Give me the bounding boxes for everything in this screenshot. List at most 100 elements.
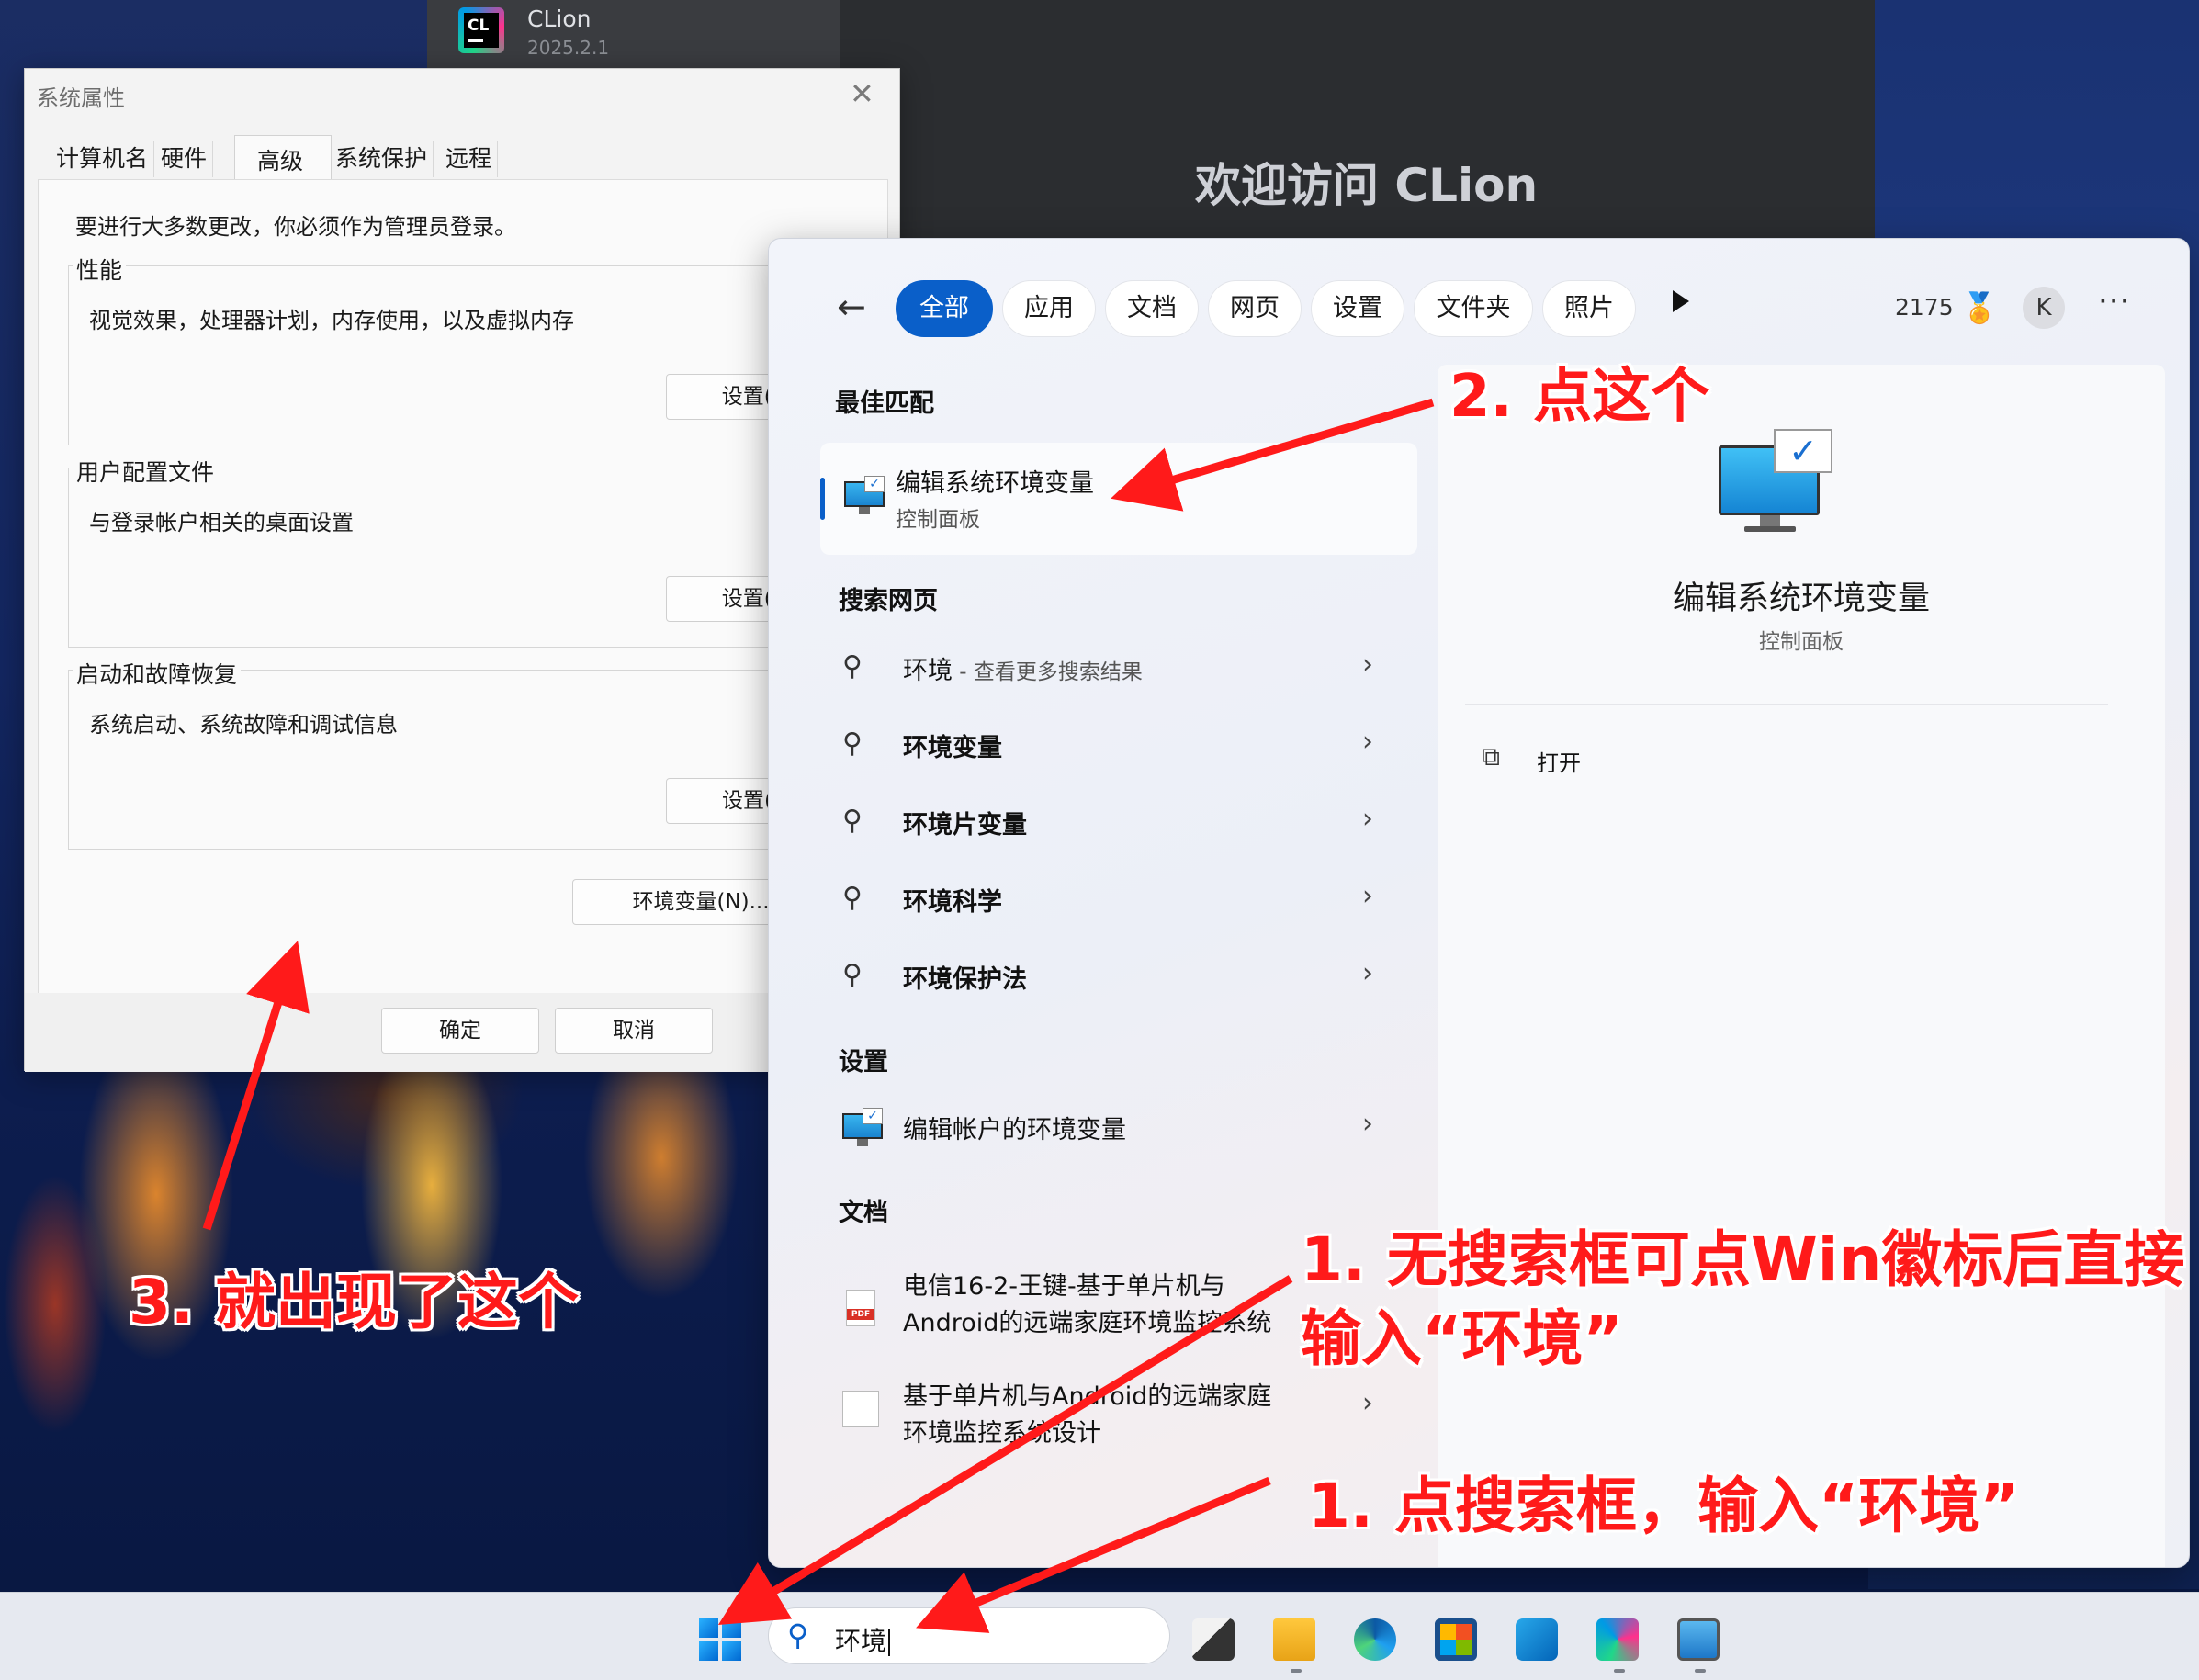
avatar[interactable]: K (2023, 287, 2065, 329)
medal-icon[interactable]: 🏅 (1961, 290, 1998, 325)
clion-version: 2025.2.1 (527, 37, 610, 59)
clion-logo-text: CL (468, 17, 490, 35)
best-match-heading: 最佳匹配 (835, 389, 934, 418)
system-env-large-icon: ✓ (1719, 429, 1832, 532)
system-env-icon: ✓ (844, 476, 885, 514)
edge-browser-icon[interactable] (1354, 1618, 1396, 1661)
chevron-right-icon: › (1362, 957, 1373, 989)
web-result-row[interactable]: ⚲ 环境科学 › (820, 865, 1417, 937)
clion-taskbar-icon[interactable] (1596, 1618, 1639, 1661)
filter-settings[interactable]: 设置 (1311, 280, 1404, 337)
web-result-row[interactable]: ⚲ 环境变量 › (820, 711, 1417, 783)
web-result-label: 环境科学 (903, 888, 1002, 917)
settings-result-row[interactable]: ✓ 编辑帐户的环境变量 › (820, 1093, 1417, 1165)
chevron-right-icon: › (1362, 880, 1373, 912)
ok-button[interactable]: 确定 (381, 1008, 539, 1054)
search-icon: ⚲ (842, 650, 863, 682)
profiles-desc: 与登录帐户相关的桌面设置 (89, 510, 354, 536)
microsoft-store-icon[interactable] (1435, 1618, 1477, 1661)
task-view-icon[interactable] (1192, 1618, 1235, 1661)
profiles-label: 用户配置文件 (73, 455, 219, 488)
rewards-points: 2175 (1895, 294, 1954, 321)
filter-folders[interactable]: 文件夹 (1414, 280, 1533, 337)
annotation-step-3: 3. 就出现了这个 (129, 1267, 579, 1337)
open-external-icon: ⧉ (1482, 741, 1500, 772)
clion-welcome-title: 欢迎访问 CLion (1195, 159, 1539, 212)
tab-computer-name[interactable]: 计算机名 (51, 141, 155, 177)
chevron-right-icon: › (1362, 803, 1373, 835)
more-options-icon[interactable]: ··· (2098, 283, 2130, 320)
filter-apps[interactable]: 应用 (1002, 280, 1096, 337)
tab-hardware[interactable]: 硬件 (155, 141, 214, 177)
clion-app-name: CLion (527, 6, 592, 32)
performance-desc: 视觉效果，处理器计划，内存使用，以及虚拟内存 (89, 308, 574, 333)
tab-advanced[interactable]: 高级 (234, 135, 333, 179)
close-icon[interactable]: ✕ (850, 76, 874, 111)
selection-indicator (820, 478, 825, 520)
annotation-step-1: 1. 点搜索框，输入“环境” (1308, 1471, 2020, 1541)
web-result-row[interactable]: ⚲ 环境 - 查看更多搜索结果 › (820, 634, 1417, 705)
search-icon: ⚲ (842, 727, 863, 760)
annotation-step-2: 2. 点这个 (1449, 363, 1710, 431)
dialog-title: 系统属性 (37, 85, 125, 111)
chevron-right-icon: › (1362, 648, 1373, 681)
outlook-icon[interactable] (1516, 1618, 1558, 1661)
filter-photos[interactable]: 照片 (1542, 280, 1636, 337)
filter-documents[interactable]: 文档 (1105, 280, 1199, 337)
web-heading: 搜索网页 (839, 587, 938, 615)
best-match-title: 编辑系统环境变量 (896, 469, 1094, 498)
document-title-line2: Android的远端家庭环境监控系统 (903, 1309, 1272, 1337)
running-indicator (1291, 1669, 1302, 1673)
result-preview-pane: ✓ 编辑系统环境变量 控制面板 ⧉ 打开 (1438, 365, 2165, 1567)
search-icon: ⚲ (842, 882, 863, 914)
open-label: 打开 (1537, 750, 1581, 776)
system-env-taskbar-icon[interactable] (1677, 1618, 1720, 1661)
account-env-icon: ✓ (842, 1108, 883, 1146)
clion-logo-icon: CL (458, 7, 504, 53)
best-match-result[interactable]: ✓ 编辑系统环境变量 控制面板 (820, 443, 1417, 555)
document-title-line1: 基于单片机与Android的远端家庭 (903, 1382, 1272, 1411)
taskbar: ⚲ 环境 (0, 1592, 2199, 1680)
pdf-file-icon: PDF (846, 1290, 875, 1326)
more-filters-play-icon[interactable] (1673, 290, 1689, 312)
running-indicator (1614, 1669, 1625, 1673)
web-result-row[interactable]: ⚲ 环境片变量 › (820, 788, 1417, 860)
taskbar-search-input[interactable]: ⚲ 环境 (768, 1607, 1170, 1664)
document-title-line1: 电信16-2-王键-基于单片机与 (903, 1272, 1225, 1301)
back-arrow-icon[interactable]: ← (837, 287, 866, 327)
document-file-icon (842, 1391, 879, 1427)
preview-subtitle: 控制面板 (1759, 630, 1844, 654)
preview-title: 编辑系统环境变量 (1672, 581, 1930, 617)
web-result-term: 环境 (903, 657, 953, 685)
open-action[interactable]: ⧉ 打开 (1482, 732, 1757, 787)
settings-heading: 设置 (839, 1048, 888, 1077)
web-result-label: 环境片变量 (903, 811, 1027, 840)
filter-all[interactable]: 全部 (896, 280, 993, 337)
best-match-subtitle: 控制面板 (896, 508, 980, 532)
web-result-row[interactable]: ⚲ 环境保护法 › (820, 942, 1417, 1014)
web-result-label: 环境保护法 (903, 965, 1027, 994)
documents-heading: 文档 (839, 1199, 888, 1227)
taskbar-search-text: 环境 (835, 1621, 890, 1658)
tab-system-protection[interactable]: 系统保护 (330, 141, 434, 177)
document-result-row[interactable]: 基于单片机与Android的远端家庭 环境监控系统设计 › (820, 1370, 1417, 1462)
tab-remote[interactable]: 远程 (440, 141, 499, 177)
settings-result-label: 编辑帐户的环境变量 (903, 1116, 1126, 1144)
windows-start-icon[interactable] (699, 1618, 741, 1661)
search-icon: ⚲ (787, 1618, 809, 1652)
search-icon: ⚲ (842, 805, 863, 837)
document-title-line2: 环境监控系统设计 (903, 1419, 1101, 1448)
cancel-button[interactable]: 取消 (555, 1008, 713, 1054)
performance-label: 性能 (73, 253, 127, 286)
startup-label: 启动和故障恢复 (73, 657, 242, 690)
file-explorer-icon[interactable] (1273, 1618, 1315, 1661)
annotation-step-1-alt-line2: 输入“环境” (1301, 1303, 1623, 1374)
annotation-step-1-alt-line1: 1. 无搜索框可点Win徽标后直接 (1301, 1224, 2185, 1295)
chevron-right-icon: › (1362, 1108, 1373, 1140)
preview-divider (1465, 704, 2108, 705)
admin-note: 要进行大多数更改，你必须作为管理员登录。 (75, 214, 516, 240)
startup-desc: 系统启动、系统故障和调试信息 (89, 712, 398, 738)
web-result-hint: - 查看更多搜索结果 (953, 660, 1143, 684)
chevron-right-icon: › (1362, 726, 1373, 758)
filter-web[interactable]: 网页 (1208, 280, 1302, 337)
